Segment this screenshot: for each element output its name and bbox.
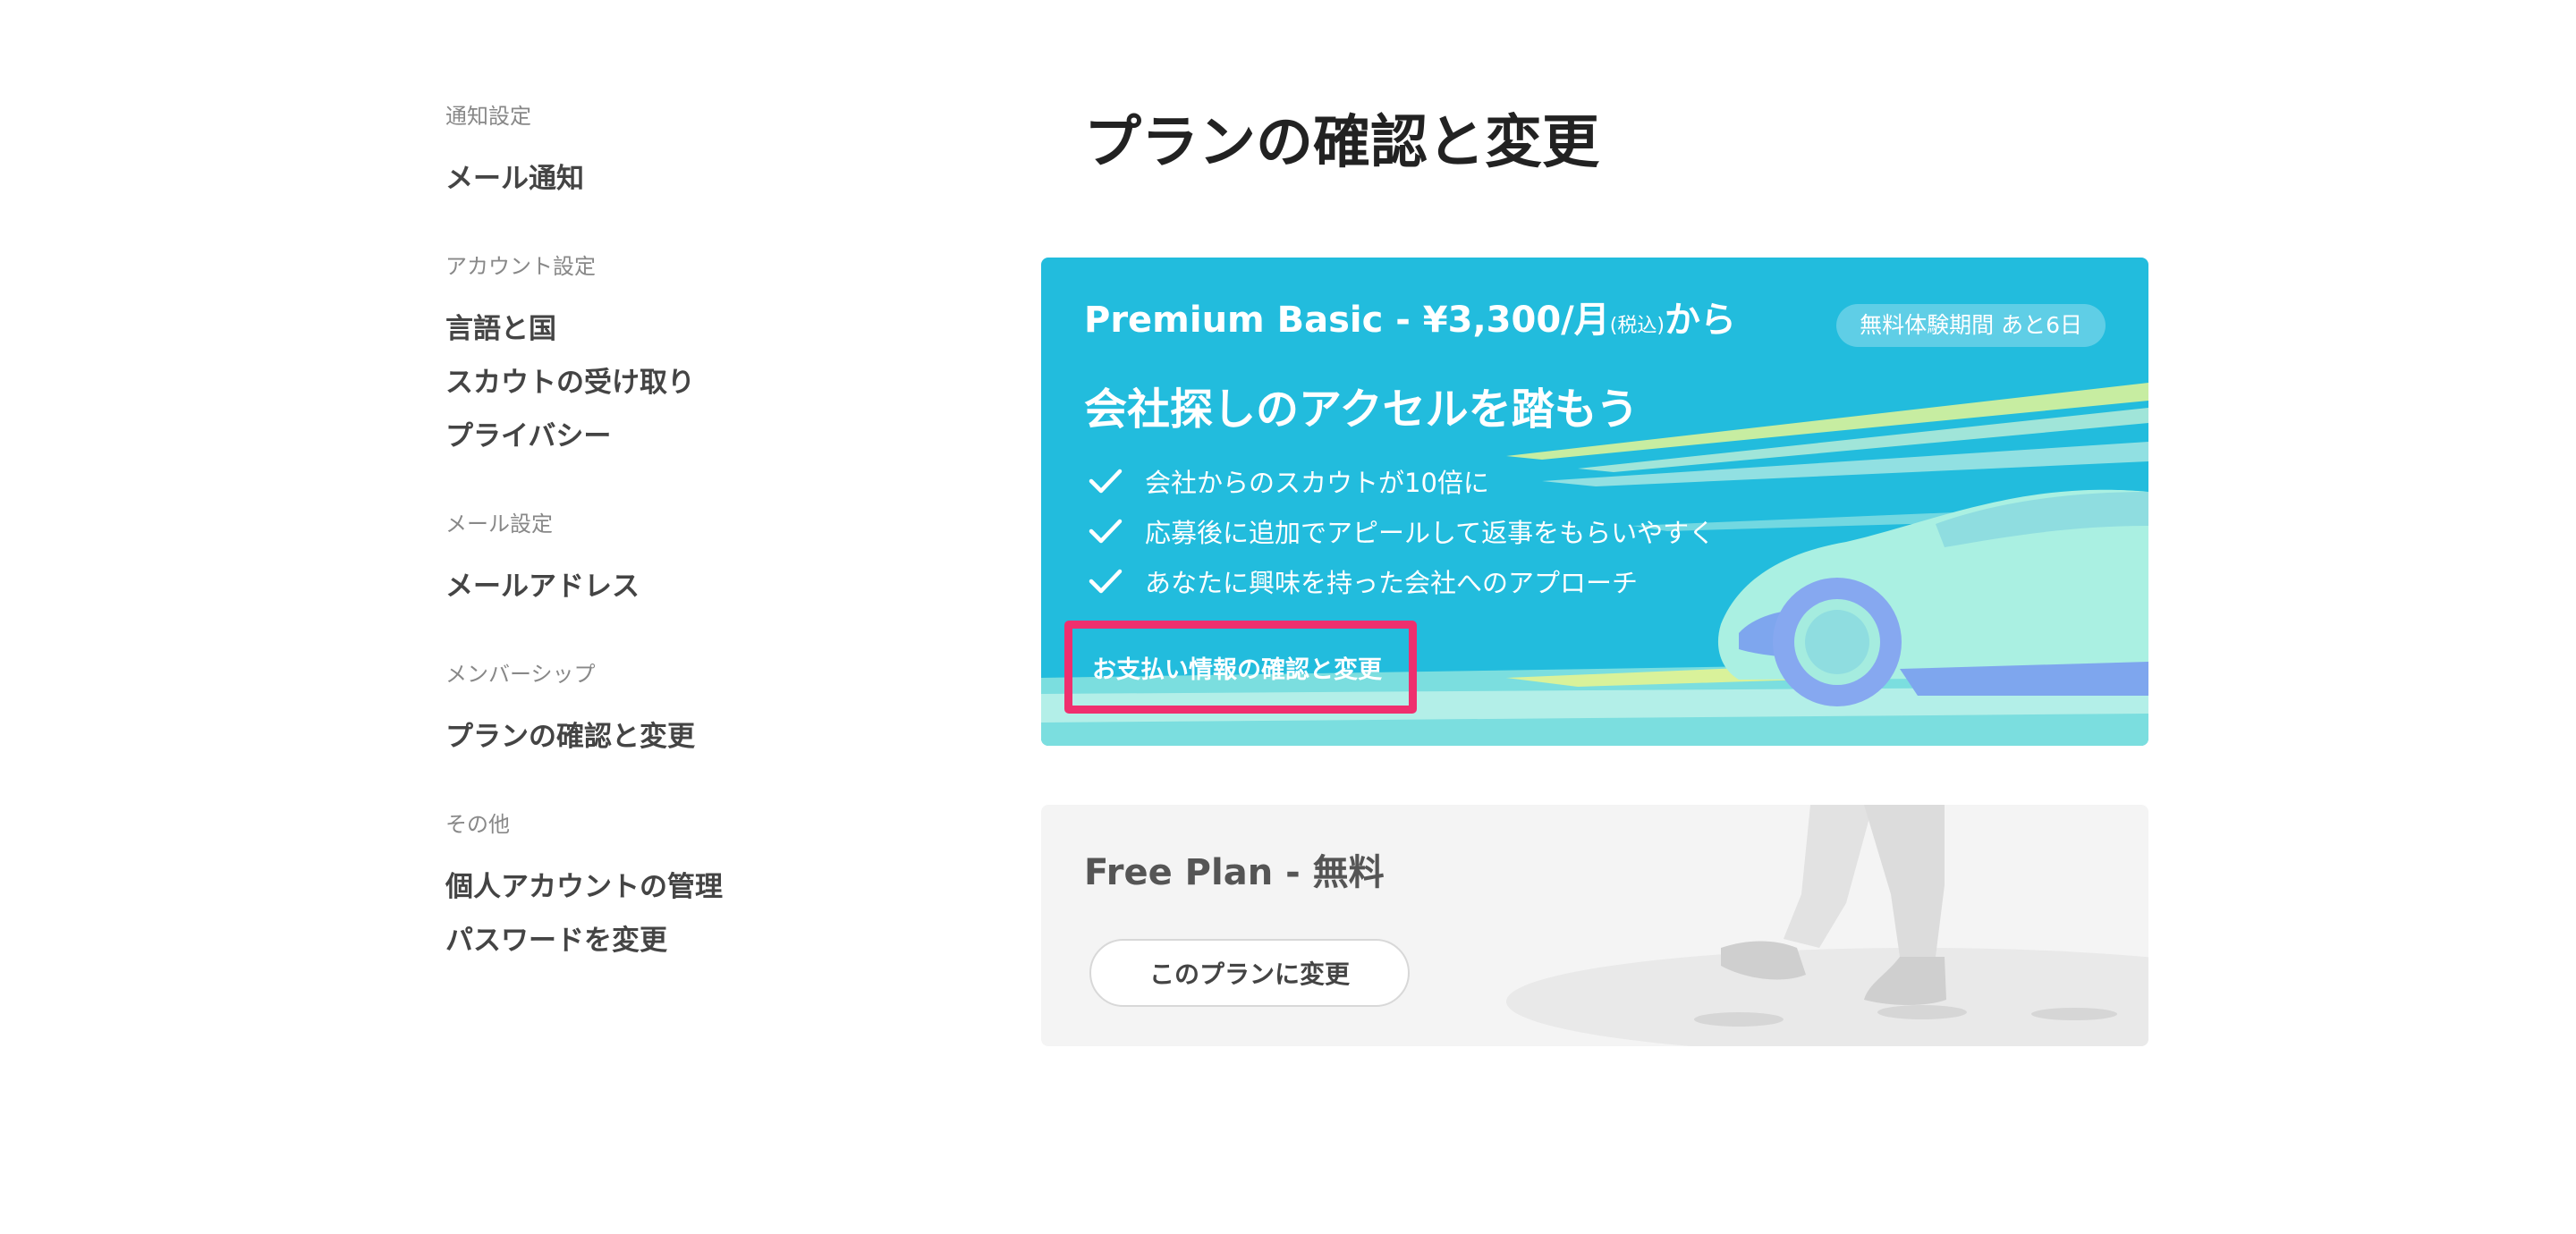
sidebar-heading: その他	[445, 812, 510, 837]
page-title: プランの確認と変更	[1084, 110, 1599, 176]
settings-sidebar: 通知設定 メール通知 アカウント設定 言語と国 スカウトの受け取り プライバシー…	[445, 100, 911, 1012]
free-plan-title: Free Plan - 無料	[1084, 852, 1385, 893]
sidebar-item-plan[interactable]: プランの確認と変更	[445, 710, 911, 764]
feature-item: あなたに興味を持った会社へのアプローチ	[1088, 556, 1715, 606]
feature-list: 会社からのスカウトが10倍に 応募後に追加でアピールして返事をもらいやすく あな…	[1088, 456, 1715, 606]
trial-badge: 無料体験期間 あと6日	[1836, 304, 2106, 347]
premium-headline: 会社探しのアクセルを踏もう	[1084, 385, 1640, 435]
feature-text: 会社からのスカウトが10倍に	[1145, 468, 1489, 498]
feature-text: あなたに興味を持った会社へのアプローチ	[1145, 568, 1639, 598]
sidebar-group-membership: メンバーシップ プランの確認と変更	[445, 658, 911, 764]
payment-link-highlight: お支払い情報の確認と変更	[1064, 621, 1417, 714]
sidebar-heading: 通知設定	[445, 104, 531, 129]
sidebar-group-email: メール設定 メールアドレス	[445, 508, 911, 613]
check-icon	[1089, 469, 1123, 494]
sidebar-item-email-address[interactable]: メールアドレス	[445, 560, 911, 613]
sidebar-item-personal-account[interactable]: 個人アカウントの管理	[445, 860, 911, 914]
check-icon	[1089, 519, 1123, 544]
sidebar-heading: メール設定	[445, 511, 553, 537]
feature-item: 会社からのスカウトが10倍に	[1088, 456, 1715, 506]
walking-person-illustration	[1506, 805, 2148, 1046]
premium-price-main: Premium Basic - ¥3,300/月	[1084, 300, 1610, 341]
premium-price-suffix: から	[1664, 300, 1736, 341]
sidebar-item-email-notifications[interactable]: メール通知	[445, 152, 911, 206]
sidebar-heading: アカウント設定	[445, 254, 596, 279]
sidebar-group-account: アカウント設定 言語と国 スカウトの受け取り プライバシー	[445, 250, 911, 463]
premium-plan-card: Premium Basic - ¥3,300/月(税込)から 無料体験期間 あと…	[1041, 258, 2148, 746]
feature-text: 応募後に追加でアピールして返事をもらいやすく	[1145, 518, 1716, 548]
sidebar-heading: メンバーシップ	[445, 662, 596, 687]
payment-info-link[interactable]: お支払い情報の確認と変更	[1092, 650, 1382, 685]
check-icon	[1089, 569, 1123, 594]
sidebar-item-privacy[interactable]: プライバシー	[445, 410, 911, 463]
sidebar-group-other: その他 個人アカウントの管理 パスワードを変更	[445, 808, 911, 968]
premium-price: Premium Basic - ¥3,300/月(税込)から	[1084, 297, 1736, 350]
premium-price-tax: (税込)	[1609, 315, 1665, 337]
change-to-free-plan-button[interactable]: このプランに変更	[1089, 939, 1410, 1007]
free-plan-card: Free Plan - 無料 このプランに変更	[1041, 805, 2148, 1046]
sidebar-item-scout-receiving[interactable]: スカウトの受け取り	[445, 356, 911, 410]
sidebar-item-change-password[interactable]: パスワードを変更	[445, 914, 911, 968]
sidebar-group-notifications: 通知設定 メール通知	[445, 100, 911, 206]
feature-item: 応募後に追加でアピールして返事をもらいやすく	[1088, 506, 1715, 556]
sidebar-item-language-country[interactable]: 言語と国	[445, 302, 911, 356]
